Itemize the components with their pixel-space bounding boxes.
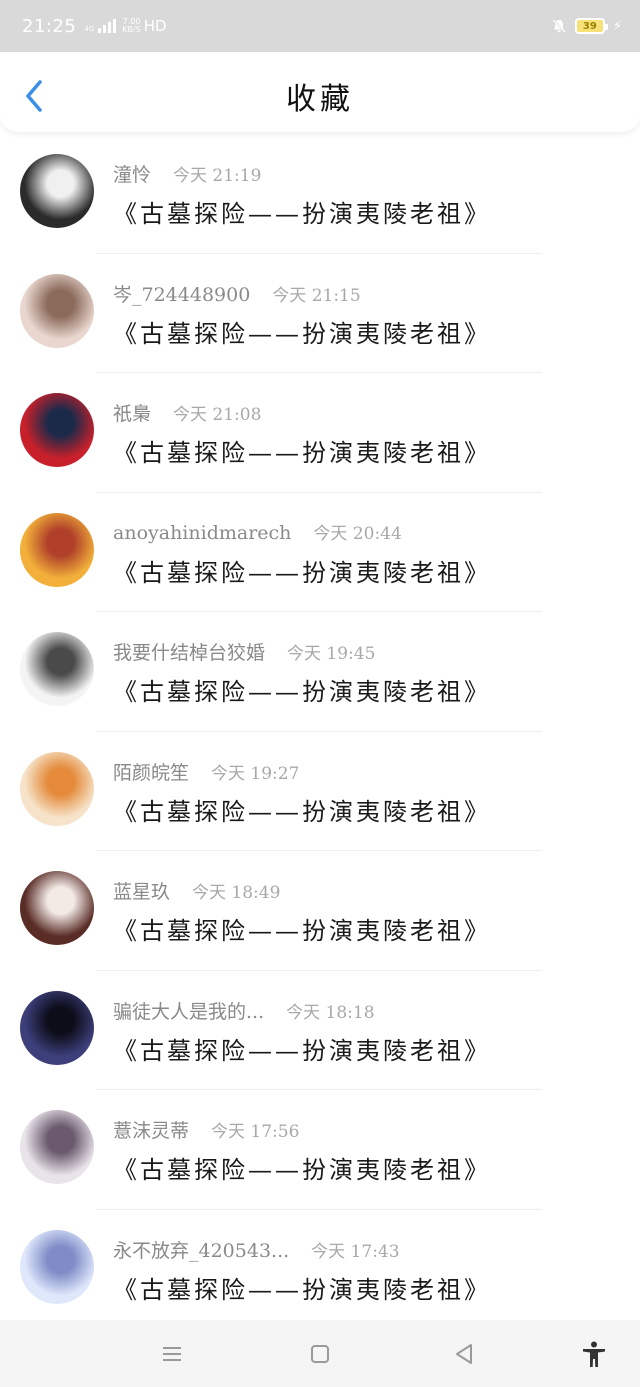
home-icon[interactable]	[306, 1340, 334, 1368]
user-name[interactable]: 永不放弃_420543...	[113, 1236, 289, 1263]
avatar[interactable]	[20, 751, 94, 826]
user-name[interactable]: 骗徒大人是我的...	[113, 997, 264, 1024]
avatar[interactable]	[20, 871, 94, 945]
story-title[interactable]: 《古墓探险——扮演夷陵老祖》	[113, 672, 491, 707]
signal-icon: 4G	[84, 19, 117, 33]
timestamp: 今天 21:15	[272, 285, 361, 306]
user-name[interactable]: 蓝星玖	[113, 877, 170, 904]
header: 收藏	[0, 52, 640, 132]
user-name[interactable]: 陌颜皖笙	[113, 758, 189, 785]
bell-muted-icon	[552, 19, 566, 33]
timestamp: 今天 21:19	[173, 166, 262, 186]
hd-indicator: HD	[143, 17, 167, 35]
timestamp: 今天 19:45	[287, 644, 376, 664]
system-nav-bar	[0, 1320, 640, 1387]
timestamp: 今天 19:27	[211, 763, 300, 784]
back-nav-icon[interactable]	[451, 1340, 479, 1368]
timestamp: 今天 18:49	[192, 883, 281, 903]
favorites-list: 潼怜 今天 21:19 《古墓探险——扮演夷陵老祖》 岑_724448900 今天 21…	[0, 134, 640, 1329]
timestamp: 今天 17:43	[311, 1241, 400, 1262]
list-item[interactable]: 陌颜皖笙 今天 19:27 《古墓探险——扮演夷陵老祖》	[0, 732, 640, 851]
user-name[interactable]: 祇梟	[113, 399, 151, 426]
list-item[interactable]: 骗徒大人是我的... 今天 18:18 《古墓探险——扮演夷陵老祖》	[0, 971, 640, 1090]
charging-icon: ⚡	[612, 18, 622, 34]
story-title[interactable]: 《古墓探险——扮演夷陵老祖》	[113, 1270, 491, 1305]
story-title[interactable]: 《古墓探险——扮演夷陵老祖》	[113, 314, 491, 349]
list-item[interactable]: 薏沫灵蒂 今天 17:56 《古墓探险——扮演夷陵老祖》	[0, 1090, 640, 1210]
avatar[interactable]	[20, 154, 94, 228]
status-bar: 21:25 4G 7.00 KB/S HD 39 ⚡	[0, 0, 640, 52]
story-title[interactable]: 《古墓探险——扮演夷陵老祖》	[113, 1031, 491, 1066]
timestamp: 今天 17:56	[211, 1122, 300, 1142]
timestamp: 今天 18:18	[286, 1002, 375, 1023]
battery-level: 39	[582, 20, 597, 32]
menu-icon[interactable]	[158, 1340, 186, 1368]
list-item[interactable]: anoyahinidmarech 今天 20:44 《古墓探险——扮演夷陵老祖》	[0, 493, 640, 612]
story-title[interactable]: 《古墓探险——扮演夷陵老祖》	[113, 194, 491, 229]
user-name[interactable]: 岑_724448900	[113, 280, 250, 307]
story-title[interactable]: 《古墓探险——扮演夷陵老祖》	[113, 553, 491, 588]
timestamp: 今天 20:44	[313, 523, 402, 544]
user-name[interactable]: anoyahinidmarech	[113, 522, 291, 544]
accessibility-icon[interactable]	[580, 1340, 608, 1368]
list-item[interactable]: 祇梟 今天 21:08 《古墓探险——扮演夷陵老祖》	[0, 373, 640, 493]
battery-icon: 39	[574, 18, 608, 34]
story-title[interactable]: 《古墓探险——扮演夷陵老祖》	[113, 1150, 491, 1185]
avatar[interactable]	[20, 1110, 94, 1184]
user-name[interactable]: 薏沫灵蒂	[113, 1116, 189, 1143]
story-title[interactable]: 《古墓探险——扮演夷陵老祖》	[113, 792, 491, 827]
list-item[interactable]: 我要什结棹台狡婚 今天 19:45 《古墓探险——扮演夷陵老祖》	[0, 612, 640, 732]
avatar[interactable]	[20, 393, 94, 467]
network-type: 4G	[84, 25, 95, 33]
list-item[interactable]: 永不放弃_420543... 今天 17:43 《古墓探险——扮演夷陵老祖》	[0, 1210, 640, 1329]
network-speed: 7.00 KB/S	[122, 17, 141, 34]
status-time: 21:25	[22, 15, 77, 37]
story-title[interactable]: 《古墓探险——扮演夷陵老祖》	[113, 911, 491, 946]
list-item[interactable]: 潼怜 今天 21:19 《古墓探险——扮演夷陵老祖》	[0, 134, 640, 254]
story-title[interactable]: 《古墓探险——扮演夷陵老祖》	[113, 433, 491, 468]
avatar[interactable]	[20, 632, 94, 706]
list-item[interactable]: 蓝星玖 今天 18:49 《古墓探险——扮演夷陵老祖》	[0, 851, 640, 971]
avatar[interactable]	[20, 512, 94, 587]
avatar[interactable]	[20, 990, 94, 1065]
user-name[interactable]: 我要什结棹台狡婚	[113, 638, 265, 665]
timestamp: 今天 21:08	[173, 405, 262, 425]
avatar[interactable]	[20, 1229, 94, 1304]
list-item[interactable]: 岑_724448900 今天 21:15 《古墓探险——扮演夷陵老祖》	[0, 254, 640, 373]
avatar[interactable]	[20, 273, 94, 348]
user-name[interactable]: 潼怜	[113, 160, 151, 187]
page-title: 收藏	[286, 82, 354, 117]
